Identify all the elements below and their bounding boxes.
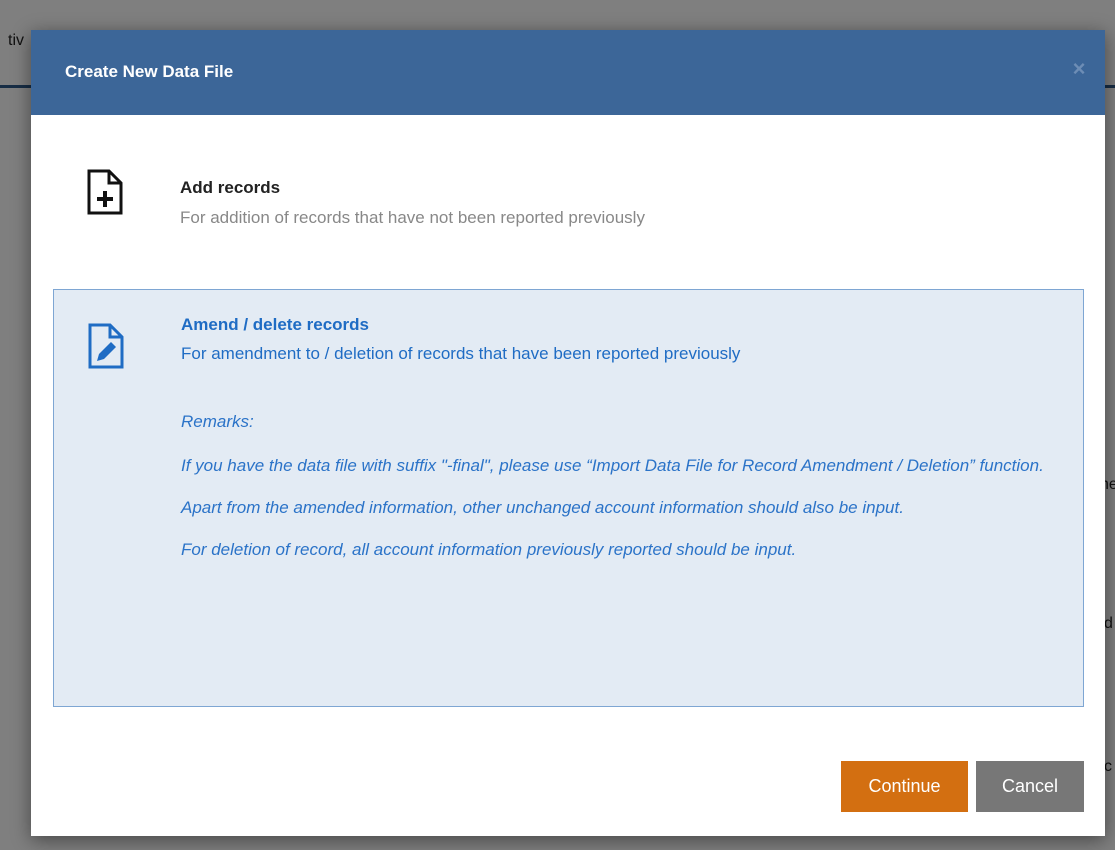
option-title: Amend / delete records — [181, 315, 370, 334]
remark-item: For deletion of record, all account info… — [181, 540, 797, 559]
option-title: Add records — [180, 178, 281, 197]
cancel-button[interactable]: Cancel — [976, 761, 1084, 812]
continue-button[interactable]: Continue — [841, 761, 968, 812]
close-icon[interactable]: × — [1065, 56, 1093, 84]
option-description: For addition of records that have not be… — [180, 208, 645, 227]
create-data-file-dialog: Create New Data File × Add records For a… — [31, 30, 1105, 836]
file-plus-icon — [87, 169, 123, 215]
dialog-title: Create New Data File — [65, 62, 234, 81]
remark-item: Apart from the amended information, othe… — [181, 498, 904, 517]
remark-item: If you have the data file with suffix "-… — [181, 456, 1044, 475]
dialog-header: Create New Data File × — [31, 30, 1105, 115]
file-edit-icon — [88, 323, 124, 369]
remarks-section: Remarks: If you have the data file with … — [181, 409, 1061, 579]
option-description: For amendment to / deletion of records t… — [181, 344, 741, 363]
remarks-label: Remarks: — [181, 412, 254, 431]
option-amend-delete-records[interactable]: Amend / delete records For amendment to … — [53, 289, 1084, 707]
option-add-records[interactable]: Add records For addition of records that… — [53, 155, 1084, 275]
